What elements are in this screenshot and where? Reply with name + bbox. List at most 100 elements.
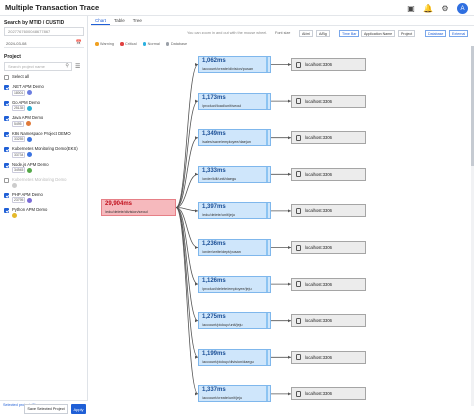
database-node[interactable]: localhost:3306 [291,167,366,181]
project-item[interactable]: Kubernetes Monitoring Demo(EKS) 33734 [4,146,86,158]
database-label: localhost:3306 [305,391,333,397]
service-duration: 1,349ms [202,131,226,138]
platform-icon [27,197,33,203]
database-icon [296,98,301,105]
project-checkbox[interactable] [4,116,9,121]
project-item[interactable]: Kubernetes Monitoring Demo [4,177,86,188]
project-checkbox[interactable] [4,208,9,213]
service-path: /account/pickup/division/daegu [202,359,254,364]
platform-icon [25,121,31,126]
database-node[interactable]: localhost:3306 [291,204,366,218]
root-path: /edu/delete/division/seoul [105,210,148,214]
trace-edge [175,207,199,395]
database-node[interactable]: localhost:3306 [291,350,366,364]
document-icon[interactable]: ▣ [406,4,416,14]
project-checkbox[interactable] [4,192,9,198]
service-node[interactable]: 1,275ms/account/pickup/unit/jeju [198,312,271,330]
bell-icon[interactable]: 🔔 [423,4,433,14]
database-node[interactable]: localhost:3306 [291,131,366,145]
trace-edge [175,137,199,208]
project-checkbox[interactable] [4,100,9,106]
service-node[interactable]: 1,062ms/account/create/division/pusan [198,56,271,73]
database-node[interactable]: localhost:3306 [291,277,366,291]
database-node[interactable]: localhost:3306 [291,58,366,71]
database-label: localhost:3306 [305,281,333,287]
project-text: Kubernetes Monitoring Demo(EKS) 33734 [12,146,78,158]
project-checkbox[interactable] [4,85,9,90]
time-bar [266,276,268,292]
database-label: localhost:3306 [305,62,333,67]
service-node[interactable]: 1,349ms/sales/save/employee/daejun [198,129,271,147]
project-text: K8s Namespace Project DEMO 33255 [12,131,71,142]
platform-icon [27,167,33,173]
project-item[interactable]: Python APM Demo [4,207,86,218]
root-transaction-node[interactable]: 29,904ms /edu/delete/division/seoul [101,199,176,216]
database-node[interactable]: localhost:3306 [291,387,366,401]
mtid-input[interactable]: 2027767600048677867 [4,27,84,36]
service-duration: 1,199ms [202,350,226,357]
root-duration: 29,904ms [105,201,133,207]
service-node[interactable]: 1,397ms/edu/delete/unit/jeju [198,202,271,220]
service-node[interactable]: 1,333ms/order/kill/unit/daegu [198,165,271,183]
titlebar-icons: ▣ 🔔 ⚙ A [406,3,468,14]
database-label: localhost:3306 [305,135,333,141]
filter-icon[interactable]: ☰ [75,63,80,70]
project-item[interactable]: PHP APM Demo 23795 [4,192,86,203]
database-node[interactable]: localhost:3306 [291,241,366,254]
project-id-badge: 18001 [12,89,26,96]
platform-icon [27,136,33,142]
service-node[interactable]: 1,199ms/account/pickup/division/daegu [198,348,271,366]
select-all[interactable]: Select all [4,74,86,80]
project-id-badge: 23795 [12,197,26,203]
main-panel: Chart Table Tree You can zoom in and out… [89,16,474,416]
project-search-input[interactable]: Search project name ⚲ [4,62,72,71]
service-duration: 1,337ms [202,387,226,394]
trace-graph[interactable]: 29,904ms /edu/delete/division/seoul 1,06… [89,16,474,416]
project-checkbox[interactable] [4,131,9,137]
time-bar [266,93,268,109]
project-item[interactable]: Node.js APM Demo 34945 [4,162,86,173]
service-node[interactable]: 1,236ms/order/write/dept/pusan [198,239,271,256]
project-checkbox[interactable] [4,178,9,183]
avatar[interactable]: A [457,3,468,14]
project-checkbox[interactable] [4,162,9,168]
project-meta: 25135 [12,105,40,111]
project-item[interactable]: K8s Namespace Project DEMO 33255 [4,131,86,142]
service-path: /account/pickup/unit/jeju [202,323,243,328]
database-icon [296,390,301,397]
calendar-icon[interactable]: 📅 [76,40,82,46]
app-window: Multiple Transaction Trace ▣ 🔔 ⚙ A Searc… [0,0,474,416]
save-selected-project-button[interactable]: Save Selected Project [24,404,68,414]
project-meta: 23795 [12,197,43,203]
project-name: Python APM Demo [12,207,48,212]
service-path: /product/load/unit/seoul [202,103,242,108]
select-all-checkbox[interactable] [4,75,9,80]
gear-icon[interactable]: ⚙ [440,4,450,14]
left-panel: Search by MTID / CUSTID 2027767600048677… [0,16,88,416]
project-meta: 33255 [12,136,71,142]
project-item[interactable]: .NET APM Demo 18001 [4,84,86,96]
database-node[interactable]: localhost:3306 [291,94,366,108]
project-meta: 34945 [12,167,49,173]
database-label: localhost:3306 [305,208,333,214]
project-checkbox[interactable] [4,147,9,152]
title-bar: Multiple Transaction Trace ▣ 🔔 ⚙ A [0,0,474,16]
project-text: Kubernetes Monitoring Demo [12,177,66,188]
service-duration: 1,236ms [202,241,226,247]
project-meta: 18001 [12,89,44,96]
project-text: Go APM Demo 25135 [12,100,40,111]
service-node[interactable]: 1,173ms/product/load/unit/seoul [198,92,271,110]
time-bar [266,313,268,329]
project-id-badge: 34945 [12,167,26,173]
service-node[interactable]: 1,126ms/product/delete/employee/jeju [198,275,271,293]
search-icon[interactable]: ⚲ [65,63,69,69]
project-item[interactable]: Go APM Demo 25135 [4,100,86,111]
select-all-label: Select all [12,74,29,79]
project-item[interactable]: Java APM Demo 5495 [4,115,86,127]
database-node[interactable]: localhost:3306 [291,314,366,328]
time-bar [266,203,268,219]
service-node[interactable]: 1,337ms/account/create/unit/jeju [198,385,271,403]
database-icon [296,354,301,361]
apply-button[interactable]: Apply [71,404,86,414]
page-title: Multiple Transaction Trace [5,3,100,12]
